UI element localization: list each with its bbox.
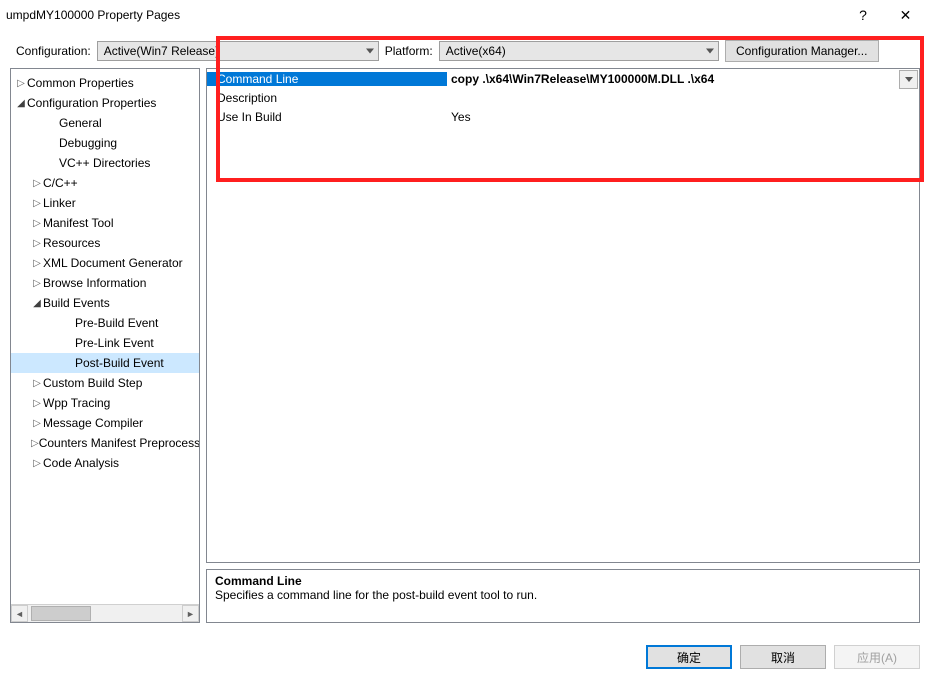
chevron-down-icon	[706, 49, 714, 54]
tree-item-label: Post-Build Event	[75, 356, 164, 370]
top-bar: Configuration: Active(Win7 Release) Plat…	[0, 30, 930, 68]
expand-closed-icon[interactable]: ▷	[31, 438, 39, 449]
expand-closed-icon[interactable]: ▷	[31, 278, 43, 289]
property-row[interactable]: Use In BuildYes	[207, 107, 919, 126]
description-panel: Command Line Specifies a command line fo…	[206, 569, 920, 623]
tree-item-label: Code Analysis	[43, 456, 119, 470]
scroll-thumb[interactable]	[31, 606, 91, 621]
value-dropdown-button[interactable]	[899, 70, 918, 89]
expand-closed-icon[interactable]: ▷	[15, 78, 27, 89]
tree-item-label: Build Events	[43, 296, 110, 310]
tree-item-label: Manifest Tool	[43, 216, 113, 230]
configuration-label: Configuration:	[16, 44, 91, 58]
scroll-left-arrow[interactable]: ◄	[11, 605, 28, 622]
property-name: Use In Build	[207, 110, 447, 124]
right-pane: Command Linecopy .\x64\Win7Release\MY100…	[206, 68, 920, 623]
platform-value: Active(x64)	[446, 44, 506, 58]
expand-closed-icon[interactable]: ▷	[31, 378, 43, 389]
description-title: Command Line	[215, 574, 911, 588]
property-name: Command Line	[207, 72, 447, 86]
tree-item[interactable]: ▷Browse Information	[11, 273, 199, 293]
tree-item-label: C/C++	[43, 176, 78, 190]
expand-closed-icon[interactable]: ▷	[31, 218, 43, 229]
property-value[interactable]: copy .\x64\Win7Release\MY100000M.DLL .\x…	[447, 72, 919, 86]
platform-combo[interactable]: Active(x64)	[439, 41, 719, 61]
apply-button: 应用(A)	[834, 645, 920, 669]
tree-item-label: Browse Information	[43, 276, 146, 290]
tree-item-label: Counters Manifest Preprocessor	[39, 436, 199, 450]
tree-item[interactable]: ◢Configuration Properties	[11, 93, 199, 113]
expand-closed-icon[interactable]: ▷	[31, 418, 43, 429]
expand-closed-icon[interactable]: ▷	[31, 198, 43, 209]
tree-item[interactable]: ▷Resources	[11, 233, 199, 253]
body-area: ▷Common Properties◢Configuration Propert…	[0, 68, 930, 633]
chevron-down-icon	[905, 77, 913, 82]
close-button[interactable]: ✕	[883, 0, 928, 30]
ok-button[interactable]: 确定	[646, 645, 732, 669]
chevron-down-icon	[366, 49, 374, 54]
tree-item-label: VC++ Directories	[59, 156, 150, 170]
tree-item-label: Wpp Tracing	[43, 396, 110, 410]
configuration-value: Active(Win7 Release)	[104, 44, 219, 58]
expand-closed-icon[interactable]: ▷	[31, 458, 43, 469]
tree-item-label: Pre-Build Event	[75, 316, 158, 330]
help-button[interactable]: ?	[843, 0, 883, 30]
tree-item[interactable]: ◢Build Events	[11, 293, 199, 313]
tree-item[interactable]: General	[11, 113, 199, 133]
tree-list[interactable]: ▷Common Properties◢Configuration Propert…	[11, 69, 199, 604]
tree-item[interactable]: ▷Common Properties	[11, 73, 199, 93]
tree-item-label: XML Document Generator	[43, 256, 183, 270]
tree-item[interactable]: VC++ Directories	[11, 153, 199, 173]
scroll-right-arrow[interactable]: ►	[182, 605, 199, 622]
horizontal-scrollbar[interactable]: ◄ ►	[11, 604, 199, 622]
title-bar: umpdMY100000 Property Pages ? ✕	[0, 0, 930, 30]
configuration-manager-button[interactable]: Configuration Manager...	[725, 40, 879, 62]
window-title: umpdMY100000 Property Pages	[6, 8, 180, 22]
tree-item[interactable]: ▷XML Document Generator	[11, 253, 199, 273]
property-grid[interactable]: Command Linecopy .\x64\Win7Release\MY100…	[206, 68, 920, 563]
tree-item-label: Configuration Properties	[27, 96, 156, 110]
tree-item-label: Debugging	[59, 136, 117, 150]
expand-open-icon[interactable]: ◢	[31, 298, 43, 309]
expand-closed-icon[interactable]: ▷	[31, 178, 43, 189]
platform-label: Platform:	[385, 44, 433, 58]
description-text: Specifies a command line for the post-bu…	[215, 588, 911, 602]
tree-item[interactable]: Pre-Link Event	[11, 333, 199, 353]
tree-item[interactable]: ▷Code Analysis	[11, 453, 199, 473]
property-name: Description	[207, 91, 447, 105]
expand-closed-icon[interactable]: ▷	[31, 398, 43, 409]
close-icon: ✕	[900, 7, 912, 24]
expand-closed-icon[interactable]: ▷	[31, 238, 43, 249]
category-tree: ▷Common Properties◢Configuration Propert…	[10, 68, 200, 623]
tree-item[interactable]: Post-Build Event	[11, 353, 199, 373]
property-row[interactable]: Description	[207, 88, 919, 107]
expand-closed-icon[interactable]: ▷	[31, 258, 43, 269]
expand-open-icon[interactable]: ◢	[15, 98, 27, 109]
tree-item[interactable]: ▷Custom Build Step	[11, 373, 199, 393]
tree-item-label: Custom Build Step	[43, 376, 142, 390]
help-icon: ?	[859, 7, 867, 23]
window-controls: ? ✕	[843, 0, 928, 30]
tree-item[interactable]: Pre-Build Event	[11, 313, 199, 333]
tree-item[interactable]: ▷Manifest Tool	[11, 213, 199, 233]
tree-item-label: Resources	[43, 236, 100, 250]
property-value[interactable]: Yes	[447, 110, 919, 124]
tree-item[interactable]: ▷Message Compiler	[11, 413, 199, 433]
tree-item-label: General	[59, 116, 102, 130]
tree-item-label: Pre-Link Event	[75, 336, 154, 350]
tree-item-label: Linker	[43, 196, 76, 210]
tree-item[interactable]: ▷Counters Manifest Preprocessor	[11, 433, 199, 453]
tree-item-label: Message Compiler	[43, 416, 143, 430]
configuration-combo[interactable]: Active(Win7 Release)	[97, 41, 379, 61]
tree-item[interactable]: Debugging	[11, 133, 199, 153]
cancel-button[interactable]: 取消	[740, 645, 826, 669]
tree-item-label: Common Properties	[27, 76, 134, 90]
tree-item[interactable]: ▷C/C++	[11, 173, 199, 193]
tree-item[interactable]: ▷Linker	[11, 193, 199, 213]
property-row[interactable]: Command Linecopy .\x64\Win7Release\MY100…	[207, 69, 919, 88]
tree-item[interactable]: ▷Wpp Tracing	[11, 393, 199, 413]
dialog-buttons: 确定 取消 应用(A)	[0, 633, 930, 669]
